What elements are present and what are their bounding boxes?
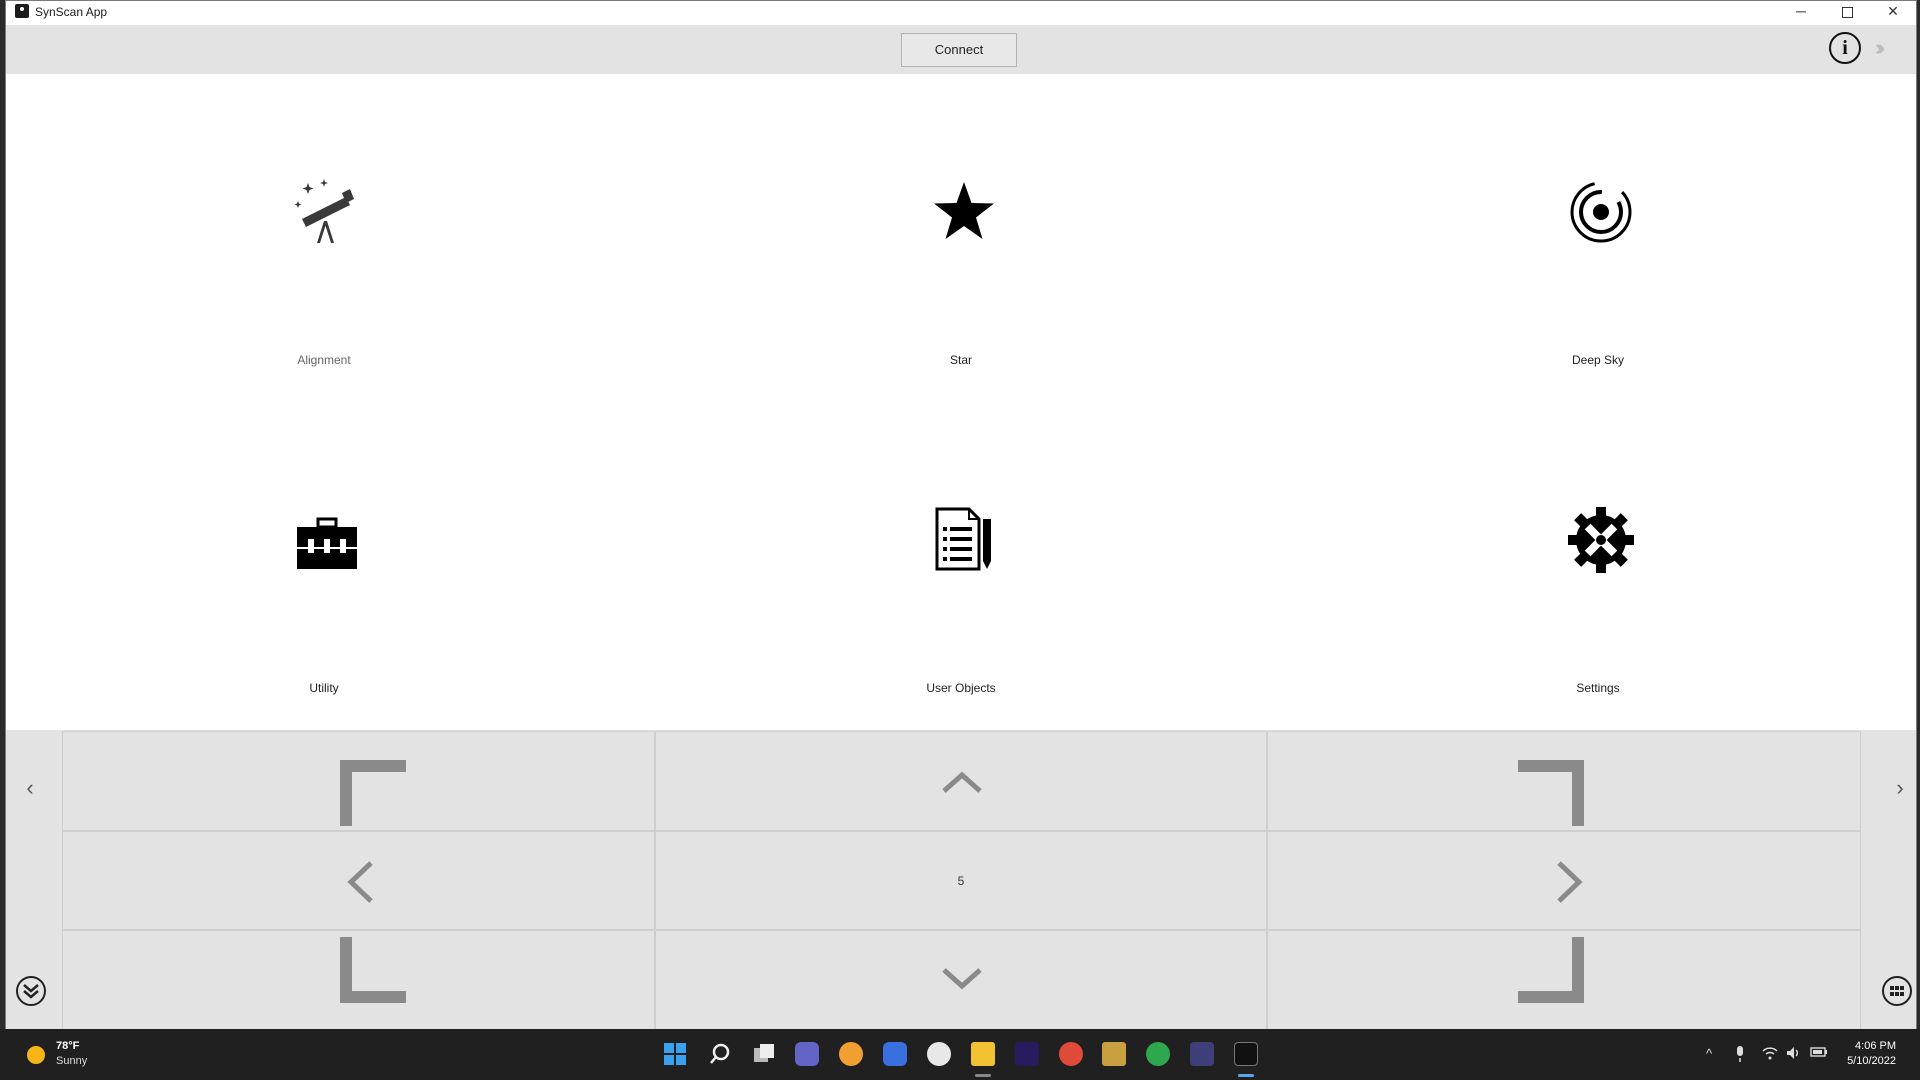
info-button[interactable]: i <box>1829 32 1861 64</box>
star-icon <box>934 182 994 239</box>
corner-down-left-icon <box>340 937 406 1003</box>
file-explorer-icon[interactable] <box>971 1042 995 1066</box>
tile-label-settings: Settings <box>1576 681 1620 695</box>
tile-label-star: Star <box>949 353 972 367</box>
tile-star[interactable]: Star <box>841 179 1081 379</box>
maximize-icon <box>1841 6 1853 18</box>
keypad-button[interactable] <box>1882 976 1912 1006</box>
chevron-up-icon <box>942 771 982 793</box>
start-windows-icon[interactable] <box>663 1042 687 1066</box>
tile-label-user-objects: User Objects <box>926 681 996 695</box>
microphone-icon[interactable] <box>1734 1046 1746 1065</box>
slew-down-left-button[interactable] <box>62 930 655 1030</box>
weather-sun-icon[interactable] <box>27 1046 45 1064</box>
file-explorer-running-indicator <box>975 1074 991 1077</box>
weather-temperature[interactable]: 78°F <box>56 1040 79 1052</box>
slew-up-right-button[interactable] <box>1267 731 1861 831</box>
volume-icon[interactable] <box>1786 1046 1802 1063</box>
tile-settings[interactable]: Settings <box>1478 507 1718 707</box>
gear-icon <box>1568 507 1634 573</box>
corner-down-right-icon <box>1518 937 1584 1003</box>
collapse-pad-button[interactable] <box>16 976 46 1006</box>
tile-label-utility: Utility <box>309 681 339 695</box>
tile-deep-sky[interactable]: Deep Sky <box>1478 179 1718 379</box>
slew-up-button[interactable] <box>655 731 1267 831</box>
next-page-arrow[interactable]: › <box>1880 768 1920 808</box>
tile-label-alignment: Alignment <box>297 353 351 367</box>
keypad-grid-icon <box>1890 986 1904 996</box>
connect-button[interactable]: Connect <box>901 33 1017 67</box>
close-button[interactable]: ✕ <box>1870 1 1916 23</box>
stellarium-icon[interactable] <box>1190 1042 1214 1066</box>
slew-down-right-button[interactable] <box>1267 930 1861 1030</box>
top-toolbar: Connect i ››› <box>6 25 1916 74</box>
slew-up-left-button[interactable] <box>62 731 655 831</box>
app-icon-blue-shield[interactable] <box>883 1042 907 1066</box>
tile-label-deep-sky: Deep Sky <box>1571 353 1625 367</box>
chevron-right-icon <box>1557 861 1583 903</box>
premiere-pro-icon[interactable] <box>1015 1042 1039 1066</box>
slew-right-button[interactable] <box>1267 831 1861 930</box>
title-bar: SynScan App ─ ✕ <box>6 1 1916 25</box>
app-icon-orange-swoosh[interactable] <box>839 1042 863 1066</box>
tray-overflow-chevron-icon[interactable]: ^ <box>1706 1046 1712 1061</box>
direction-pad: ‹ › 5 <box>6 730 1916 1030</box>
slack-icon[interactable] <box>927 1042 951 1066</box>
maximize-button[interactable] <box>1824 1 1870 23</box>
synscan-window: SynScan App ─ ✕ Connect i ››› Alignment <box>5 0 1917 1030</box>
toolbox-icon <box>297 517 357 569</box>
app-icon-green-circle[interactable] <box>1146 1042 1170 1066</box>
tile-user-objects[interactable]: User Objects <box>841 507 1081 707</box>
task-view-icon[interactable] <box>752 1042 776 1066</box>
weather-condition[interactable]: Sunny <box>56 1055 87 1067</box>
galaxy-spiral-icon <box>1570 181 1632 243</box>
slew-left-button[interactable] <box>62 831 655 930</box>
prev-page-arrow[interactable]: ‹ <box>10 768 50 808</box>
windows-taskbar: 78°F Sunny ^ 4:06 PM 5/10/2022 <box>0 1029 1920 1080</box>
teams-chat-icon[interactable] <box>795 1042 819 1066</box>
telescope-icon <box>294 179 354 243</box>
search-icon[interactable] <box>708 1042 732 1066</box>
chevron-down-icon <box>942 968 982 990</box>
chrome-icon[interactable] <box>1059 1042 1083 1066</box>
synscan-taskbar-icon[interactable] <box>1234 1042 1258 1066</box>
minimize-button[interactable]: ─ <box>1778 1 1824 23</box>
forward-chevrons-button[interactable]: ››› <box>1878 35 1908 63</box>
corner-up-left-icon <box>340 760 406 826</box>
app-logo-icon <box>15 4 29 18</box>
slew-speed-value: 5 <box>957 874 965 888</box>
taskbar-clock-date[interactable]: 5/10/2022 <box>1847 1055 1896 1067</box>
double-chevron-down-icon <box>23 984 39 999</box>
synscan-running-indicator <box>1238 1074 1254 1077</box>
document-pen-icon <box>935 507 991 571</box>
slew-speed-button[interactable]: 5 <box>655 831 1267 930</box>
wifi-icon[interactable] <box>1762 1046 1778 1063</box>
asi-studio-icon[interactable] <box>1102 1042 1126 1066</box>
corner-up-right-icon <box>1518 760 1584 826</box>
taskbar-clock-time[interactable]: 4:06 PM <box>1855 1040 1896 1052</box>
tile-utility[interactable]: Utility <box>204 507 444 707</box>
window-title: SynScan App <box>35 5 108 19</box>
slew-down-button[interactable] <box>655 930 1267 1030</box>
battery-icon[interactable] <box>1810 1046 1828 1061</box>
chevron-left-icon <box>347 861 373 903</box>
tile-alignment[interactable]: Alignment <box>204 179 444 379</box>
